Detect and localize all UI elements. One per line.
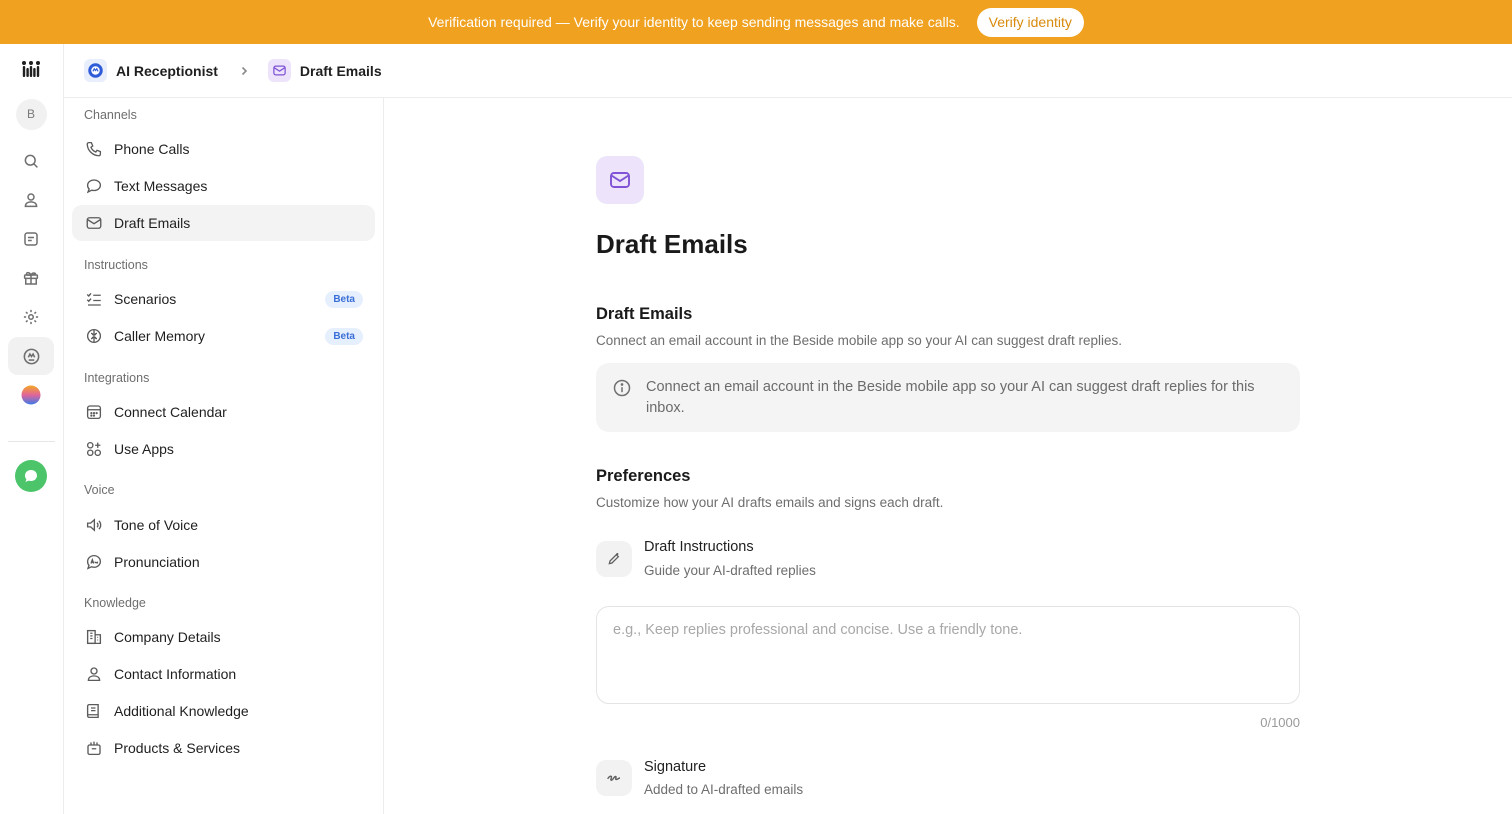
draft-instructions-title: Draft Instructions — [644, 539, 754, 555]
breadcrumb-draft-emails[interactable]: Draft Emails — [267, 59, 382, 82]
section-description: Connect an email account in the Beside m… — [596, 333, 1123, 348]
rail-divider — [8, 441, 55, 442]
chevron-right-icon — [238, 65, 250, 77]
info-callout: Connect an email account in the Beside m… — [596, 363, 1300, 432]
avatar[interactable]: B — [8, 95, 54, 133]
beta-badge: Beta — [325, 290, 363, 308]
sidebar-item-text-messages[interactable]: Text Messages — [72, 168, 375, 204]
sidebar-item-label: Scenarios — [114, 291, 177, 307]
mail-icon — [84, 214, 103, 233]
sidebar-item-phone-calls[interactable]: Phone Calls — [72, 131, 375, 167]
draft-instructions-subtitle: Guide your AI-drafted replies — [644, 563, 816, 578]
section-label-knowledge: Knowledge — [84, 596, 146, 610]
banner-text: Verification required — Verify your iden… — [428, 14, 960, 30]
pencil-sparkle-icon — [596, 541, 632, 577]
speaker-icon — [84, 516, 103, 535]
character-counter: 0/1000 — [1260, 715, 1300, 730]
draft-instructions-input[interactable] — [596, 606, 1300, 704]
sidebar-item-draft-emails[interactable]: Draft Emails — [72, 205, 375, 241]
building-icon — [84, 628, 103, 647]
section-description: Customize how your AI drafts emails and … — [596, 495, 944, 510]
main-content: Draft Emails Draft Emails Connect an ema… — [384, 98, 1512, 814]
verify-identity-button[interactable]: Verify identity — [976, 7, 1084, 37]
calendar-icon — [84, 403, 103, 422]
icon-rail: B — [0, 44, 64, 814]
sidebar-item-label: Company Details — [114, 629, 221, 645]
sidebar-item-label: Connect Calendar — [114, 404, 227, 420]
logo-icon[interactable] — [8, 50, 54, 88]
sidebar-item-caller-memory[interactable]: Caller Memory Beta — [72, 318, 375, 354]
sidebar-item-pronunciation[interactable]: Pronunciation — [72, 544, 375, 580]
sidebar-item-label: Contact Information — [114, 666, 237, 682]
apps-grid-icon — [84, 440, 103, 459]
breadcrumb: AI Receptionist Draft Emails — [64, 44, 1512, 98]
ai-receptionist-icon[interactable] — [8, 337, 54, 375]
sidebar-item-label: Products & Services — [114, 740, 241, 756]
sidebar-item-label: Pronunciation — [114, 554, 200, 570]
section-label-instructions: Instructions — [84, 258, 148, 272]
signature-subtitle: Added to AI-drafted emails — [644, 782, 804, 797]
sidebar-item-label: Text Messages — [114, 178, 208, 194]
checklist-icon — [84, 290, 103, 309]
gift-icon[interactable] — [8, 259, 54, 297]
person-icon[interactable] — [8, 181, 54, 219]
person-icon — [84, 665, 103, 684]
section-label-integrations: Integrations — [84, 371, 150, 385]
products-box-icon — [84, 739, 103, 758]
signature-icon — [596, 760, 632, 796]
sidebar-item-products-services[interactable]: Products & Services — [72, 730, 375, 766]
ai-receptionist-avatar-icon — [84, 59, 107, 82]
sidebar-item-label: Additional Knowledge — [114, 703, 249, 719]
sidebar-item-label: Caller Memory — [114, 328, 206, 344]
beta-badge: Beta — [325, 327, 363, 345]
avatar-initial: B — [15, 98, 47, 130]
message-bubble-icon — [84, 177, 103, 196]
breadcrumb-parent-label: AI Receptionist — [116, 62, 218, 79]
sidebar-item-label: Phone Calls — [114, 141, 190, 157]
settings-icon[interactable] — [8, 298, 54, 336]
info-icon — [612, 378, 632, 432]
verification-banner: Verification required — Verify your iden… — [0, 0, 1512, 44]
sidebar-item-label: Use Apps — [114, 441, 174, 457]
phone-icon — [84, 140, 103, 159]
page-title: Draft Emails — [596, 229, 748, 259]
section-label-channels: Channels — [84, 108, 137, 122]
section-label-voice: Voice — [84, 483, 115, 497]
breadcrumb-ai-receptionist[interactable]: AI Receptionist — [84, 59, 218, 82]
sidebar-item-label: Draft Emails — [114, 215, 191, 231]
breadcrumb-current-label: Draft Emails — [299, 62, 382, 79]
pronunciation-icon — [84, 553, 103, 572]
sidebar-item-connect-calendar[interactable]: Connect Calendar — [72, 394, 375, 430]
sidebar-item-tone-of-voice[interactable]: Tone of Voice — [72, 507, 375, 543]
sidebar-item-additional-knowledge[interactable]: Additional Knowledge — [72, 693, 375, 729]
signature-title: Signature — [644, 759, 707, 775]
brain-icon — [84, 327, 103, 346]
chat-bubble-icon[interactable] — [8, 457, 54, 495]
sidebar-item-label: Tone of Voice — [114, 517, 199, 533]
mail-icon — [596, 156, 644, 204]
book-icon — [84, 702, 103, 721]
gradient-orb-icon[interactable] — [8, 376, 54, 414]
sidebar-item-use-apps[interactable]: Use Apps — [72, 431, 375, 467]
info-callout-text: Connect an email account in the Beside m… — [646, 379, 1255, 416]
search-icon[interactable] — [8, 142, 54, 180]
section-title-draft-emails: Draft Emails — [596, 305, 693, 323]
section-title-preferences: Preferences — [596, 467, 691, 485]
mail-icon — [267, 59, 291, 82]
sidebar-item-company-details[interactable]: Company Details — [72, 619, 375, 655]
notes-icon[interactable] — [8, 220, 54, 258]
settings-sidebar: Channels Phone Calls Text Messages Draft… — [64, 98, 384, 814]
sidebar-item-scenarios[interactable]: Scenarios Beta — [72, 281, 375, 317]
sidebar-item-contact-information[interactable]: Contact Information — [72, 656, 375, 692]
